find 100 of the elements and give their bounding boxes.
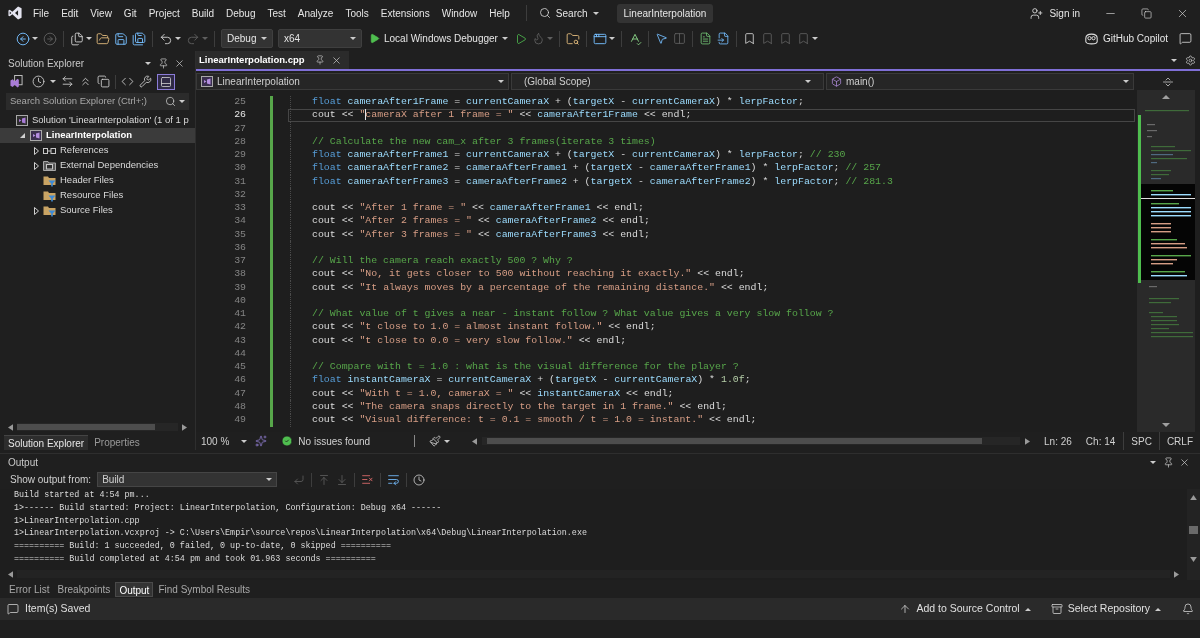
member-dropdown[interactable]: main() (826, 73, 1134, 90)
configuration-dropdown[interactable]: Debug (221, 29, 273, 48)
sparkle-icon[interactable] (255, 435, 268, 447)
menu-item[interactable]: Window (435, 3, 484, 23)
tree-item[interactable]: LinearInterpolation (0, 128, 195, 143)
caret-icon[interactable] (1171, 58, 1177, 62)
tree-item[interactable]: Source Files (0, 203, 195, 218)
caret-icon[interactable] (50, 80, 56, 83)
save-icon[interactable] (114, 31, 128, 46)
menu-item[interactable]: File (27, 3, 56, 23)
copy-icon[interactable] (97, 75, 110, 88)
search-field[interactable]: Search Solution Explorer (Ctrl+;) (6, 93, 189, 110)
caret-icon[interactable] (1150, 460, 1156, 464)
collapsed-arrow-icon[interactable] (33, 206, 39, 215)
pin-icon[interactable] (314, 55, 325, 65)
caret-icon[interactable] (175, 37, 181, 40)
scrollbar-thumb[interactable] (17, 424, 155, 430)
scroll-right-icon[interactable] (182, 423, 187, 431)
scope-dropdown[interactable]: (Global Scope) (511, 73, 824, 90)
line-indicator[interactable]: Ln: 26 (1044, 433, 1072, 449)
play-outline-icon[interactable] (514, 32, 527, 45)
pin-icon[interactable] (1163, 456, 1174, 468)
minimap-drawing[interactable] (1137, 90, 1195, 432)
speech-bubble-icon[interactable] (1179, 32, 1192, 45)
whitespace-indicator[interactable]: SPC (1123, 432, 1159, 450)
panel-tab[interactable]: Error List (6, 581, 53, 597)
pin-icon[interactable] (158, 58, 169, 69)
caret-icon[interactable] (608, 37, 615, 40)
bell-icon[interactable] (1182, 603, 1194, 615)
code-icon[interactable] (121, 75, 134, 88)
scroll-down-icon[interactable] (1190, 557, 1197, 562)
word-wrap-icon[interactable] (387, 473, 401, 486)
expanded-arrow-icon[interactable] (19, 133, 25, 138)
menu-item[interactable]: Project (142, 3, 186, 23)
open-folder-icon[interactable] (96, 31, 110, 46)
sign-in-button[interactable]: Sign in (1026, 3, 1084, 23)
window-icon[interactable] (592, 31, 607, 46)
tree-item[interactable]: Header Files (0, 173, 195, 188)
panel-tab[interactable]: Breakpoints (54, 581, 114, 597)
close-icon[interactable] (1179, 456, 1190, 468)
close-icon[interactable] (330, 54, 342, 66)
menu-item[interactable]: Build (185, 3, 220, 23)
start-debugging-button[interactable]: Local Windows Debugger (366, 29, 511, 48)
sync-arrows-icon[interactable] (61, 75, 74, 88)
scroll-up-icon[interactable] (1190, 495, 1197, 500)
platform-dropdown[interactable]: x64 (278, 29, 362, 48)
tree-item[interactable]: Solution 'LinearInterpolation' (1 of 1 p (0, 113, 195, 128)
menu-item[interactable]: Extensions (374, 3, 436, 23)
tree-item[interactable]: External Dependencies (0, 158, 195, 173)
brush-icon[interactable] (429, 435, 442, 447)
menu-item[interactable]: Tools (339, 3, 375, 23)
scroll-left-icon[interactable] (472, 437, 478, 445)
panel-tab[interactable]: Find Symbol Results (155, 581, 254, 597)
menu-item[interactable]: View (84, 3, 118, 23)
source-control-button[interactable]: Add to Source Control (896, 600, 1034, 618)
panel-toggle-button[interactable] (157, 73, 175, 90)
scrollbar-thumb[interactable] (1189, 526, 1198, 534)
scroll-left-icon[interactable] (8, 423, 13, 431)
folder-search-icon[interactable] (565, 31, 580, 46)
document-icon[interactable] (698, 32, 712, 45)
scroll-left-icon[interactable] (8, 570, 13, 578)
menu-item[interactable]: Git (117, 3, 143, 23)
repository-button[interactable]: Select Repository (1047, 600, 1164, 618)
caret-icon[interactable] (145, 62, 151, 65)
restore-icon[interactable] (1140, 7, 1152, 19)
undo-icon[interactable] (159, 31, 173, 46)
project-dropdown[interactable]: LinearInterpolation (196, 73, 509, 90)
menu-item[interactable]: Analyze (291, 3, 340, 23)
zoom-dropdown[interactable]: 100 % (199, 433, 250, 449)
settings-icon[interactable] (1185, 54, 1196, 66)
caret-icon[interactable] (86, 37, 92, 40)
scroll-right-icon[interactable] (1174, 570, 1179, 578)
collapsed-arrow-icon[interactable] (33, 161, 39, 170)
menu-item[interactable]: Edit (55, 3, 85, 23)
clear-list-icon[interactable] (361, 473, 375, 486)
panel-tab[interactable]: Properties (90, 435, 144, 450)
save-all-icon[interactable] (132, 31, 146, 46)
collapse-icon[interactable] (79, 75, 92, 88)
tree-item[interactable]: Resource Files (0, 188, 195, 203)
back-icon[interactable] (16, 31, 30, 46)
panel-tab[interactable]: Solution Explorer (4, 435, 89, 450)
horizontal-scrollbar[interactable] (17, 423, 178, 431)
wrench-icon[interactable] (139, 75, 152, 88)
close-icon[interactable] (174, 58, 185, 69)
column-indicator[interactable]: Ch: 14 (1085, 433, 1116, 449)
menu-item[interactable]: Test (261, 3, 292, 23)
output-source-dropdown[interactable]: Build (97, 472, 278, 487)
vertical-scrollbar[interactable] (1187, 489, 1200, 580)
panel-tab[interactable]: Output (115, 581, 154, 597)
clock-icon[interactable] (413, 473, 426, 486)
issues-button[interactable]: No issues found (281, 433, 371, 449)
pointer-icon[interactable] (654, 32, 668, 45)
editor-tab[interactable]: LinearInterpolation.cpp (196, 51, 349, 69)
document-arrow-icon[interactable] (716, 32, 730, 45)
logo-document-icon[interactable] (10, 75, 23, 88)
caret-icon[interactable] (444, 439, 451, 443)
files-icon[interactable] (70, 31, 84, 46)
line-ending-indicator[interactable]: CRLF (1158, 432, 1200, 450)
split-icon[interactable] (1162, 75, 1174, 88)
collapsed-arrow-icon[interactable] (33, 146, 39, 155)
